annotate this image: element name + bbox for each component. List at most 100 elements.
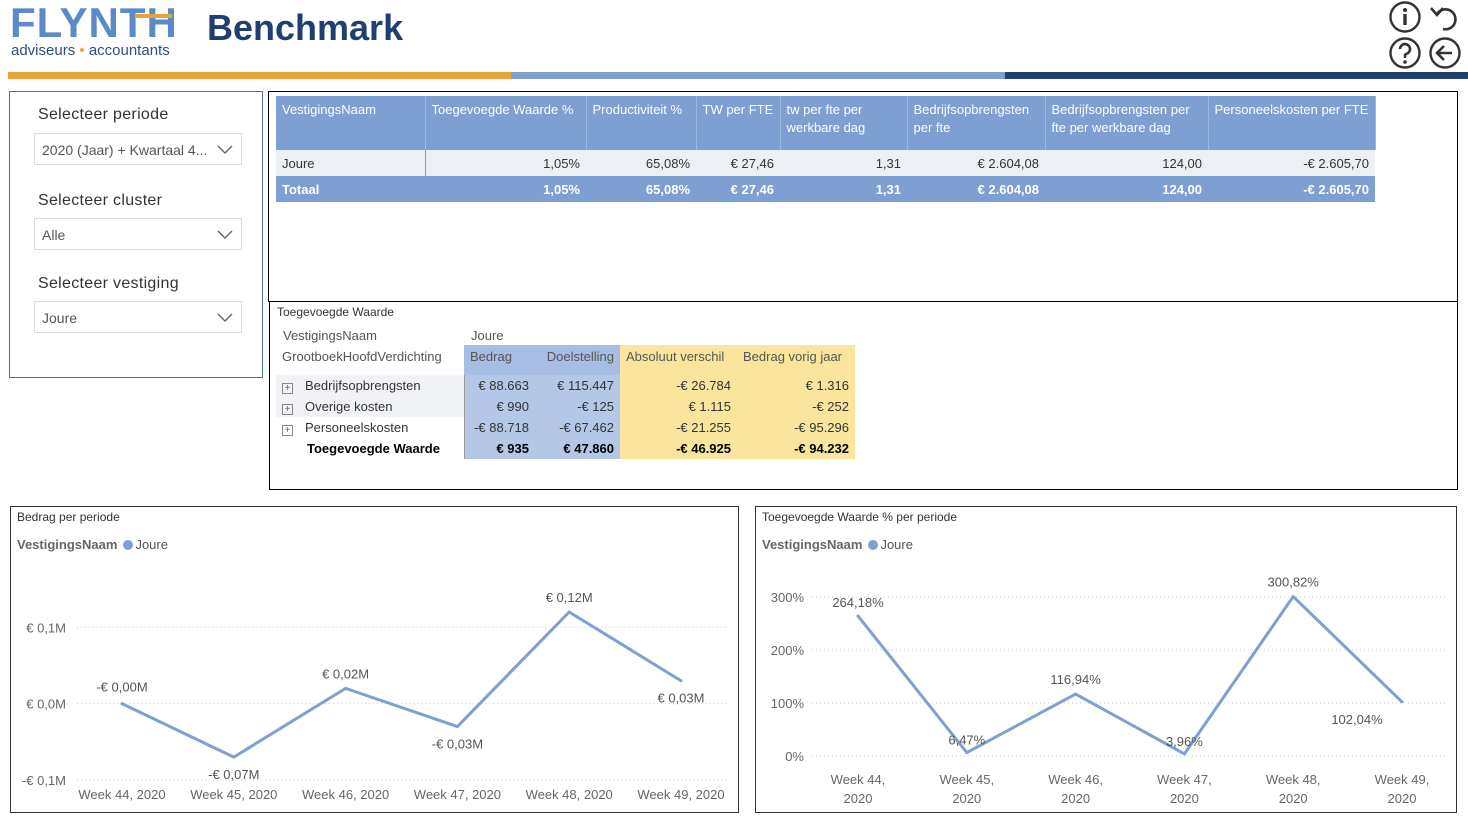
matrix-cell: -€ 125 <box>535 396 620 417</box>
kpi-table-panel: VestigingsNaam Toegevoegde Waarde % Prod… <box>268 91 1458 302</box>
chevron-down-icon <box>217 145 233 154</box>
logo-wordmark: FLYNTH <box>10 0 178 46</box>
matrix-cell: € 1.115 <box>620 396 737 417</box>
table-cell: 65,08% <box>586 150 696 176</box>
data-point <box>856 614 860 618</box>
y-tick-label: € 0,1M <box>26 620 66 635</box>
flynth-logo: FLYNTH adviseurs • accountants <box>10 2 180 64</box>
matrix-row-label: + Bedrijfsopbrengsten <box>276 375 465 396</box>
kpi-col-header[interactable]: Toegevoegde Waarde % <box>425 96 587 150</box>
periode-dropdown[interactable]: 2020 (Jaar) + Kwartaal 4... <box>34 133 242 165</box>
matrix-cell: € 990 <box>464 396 535 417</box>
matrix-cell: € 1.316 <box>737 375 855 396</box>
data-point <box>1182 752 1186 756</box>
kpi-col-header[interactable]: TW per FTE <box>696 96 781 150</box>
info-icon[interactable] <box>1388 0 1422 34</box>
matrix-cell: -€ 88.718 <box>464 417 535 438</box>
header-color-bar <box>8 72 1468 79</box>
data-label: € 0,02M <box>322 666 369 681</box>
x-tick-label: Week 44, 2020 <box>78 787 165 802</box>
x-tick-label: Week 47, <box>1157 772 1212 787</box>
legend-series[interactable]: Joure <box>135 537 168 552</box>
matrix-col-header[interactable]: Bedrag vorig jaar <box>737 345 855 375</box>
table-cell: 1,31 <box>780 176 907 202</box>
matrix-row[interactable]: + Personeelskosten -€ 88.718 -€ 67.462 -€… <box>276 417 855 438</box>
matrix-cell: -€ 21.255 <box>620 417 737 438</box>
tw-percentage-chart-panel: 0% 100% 200% 300% Week 44, 2020 Week 45, 2020 We… <box>755 506 1457 813</box>
data-point <box>1400 700 1404 704</box>
logo-tagline-right: accountants <box>88 42 170 59</box>
table-cell: € 2.604,08 <box>907 150 1045 176</box>
x-tick-label: Week 49, 2020 <box>637 787 724 802</box>
chart-title: Bedrag per periode <box>17 510 120 524</box>
x-tick-label: Week 46, <box>1048 772 1103 787</box>
matrix-cell: € 115.447 <box>535 375 620 396</box>
matrix-cell: -€ 252 <box>737 396 855 417</box>
vestiging-dropdown[interactable]: Joure <box>34 301 242 333</box>
matrix-cell: -€ 95.296 <box>737 417 855 438</box>
series-line-joure <box>856 595 1404 756</box>
matrix-row-label: + Overige kosten <box>276 396 465 417</box>
legend-title: VestigingsNaam <box>762 537 863 552</box>
cluster-value: Alle <box>42 227 66 243</box>
data-label: 116,94% <box>1050 672 1101 687</box>
logo-tagline-left: adviseurs <box>11 42 76 59</box>
slicer-panel: Selecteer periode 2020 (Jaar) + Kwartaal… <box>9 91 263 378</box>
x-tick-label: 2020 <box>1388 791 1417 806</box>
y-tick-label: 200% <box>771 643 805 658</box>
matrix-row-header-2: GrootboekHoofdVerdichting <box>282 349 442 364</box>
kpi-col-header[interactable]: Bedrijfsopbrengsten per fte <box>907 96 1046 150</box>
matrix-row-header-1: VestigingsNaam <box>283 328 377 343</box>
legend-dot <box>123 540 134 550</box>
cluster-dropdown[interactable]: Alle <box>34 218 242 250</box>
legend-series[interactable]: Joure <box>880 537 913 552</box>
data-point <box>120 702 124 706</box>
data-label: € 0,03M <box>658 691 705 706</box>
y-tick-label: 100% <box>771 696 805 711</box>
expand-icon[interactable]: + <box>282 382 293 394</box>
help-icon[interactable] <box>1388 36 1422 70</box>
x-tick-label: 2020 <box>844 791 873 806</box>
matrix-row[interactable]: + Overige kosten € 990 -€ 125 € 1.115 -€ … <box>276 396 855 417</box>
table-total-row: Totaal 1,05% 65,08% € 27,46 1,31 € 2.604… <box>276 176 1375 202</box>
periode-value: 2020 (Jaar) + Kwartaal 4... <box>42 142 208 158</box>
table-cell: Joure <box>276 150 426 176</box>
matrix-col-header[interactable]: Doelstelling <box>535 345 620 375</box>
matrix-header-row: GrootboekHoofdVerdichting Bedrag Doelste… <box>276 345 855 375</box>
page-title: Benchmark <box>207 7 404 48</box>
matrix-row[interactable]: + Bedrijfsopbrengsten € 88.663 € 115.447 … <box>276 375 855 396</box>
matrix-cell: -€ 46.925 <box>620 438 737 459</box>
kpi-col-header[interactable]: VestigingsNaam <box>276 96 426 150</box>
chevron-down-icon <box>217 313 233 322</box>
table-cell: 1,05% <box>425 150 586 176</box>
x-tick-label: Week 48, 2020 <box>526 787 613 802</box>
matrix-cell: € 88.663 <box>464 375 535 396</box>
kpi-col-header[interactable]: Bedrijfsopbrengsten per fte per werkbare… <box>1045 96 1209 150</box>
slicer-label-vestiging: Selecteer vestiging <box>38 275 179 292</box>
data-label: 6,47% <box>948 733 985 748</box>
matrix-col-header[interactable]: Absoluut verschil <box>620 345 737 375</box>
undo-icon[interactable] <box>1428 0 1462 34</box>
matrix-column-group: Joure <box>471 328 504 343</box>
table-cell: € 27,46 <box>696 176 780 202</box>
expand-icon[interactable]: + <box>282 424 293 436</box>
expand-icon[interactable]: + <box>282 403 293 415</box>
data-point <box>1291 595 1295 599</box>
data-label: 300,82% <box>1268 575 1320 590</box>
kpi-col-header[interactable]: Personeelskosten per FTE <box>1208 96 1376 150</box>
chevron-down-icon <box>217 230 233 239</box>
table-row[interactable]: Joure 1,05% 65,08% € 27,46 1,31 € 2.604,… <box>276 150 1375 176</box>
kpi-col-header[interactable]: tw per fte per werkbare dag <box>780 96 908 150</box>
legend-dot <box>868 540 879 550</box>
matrix-col-header[interactable]: Bedrag <box>464 345 535 375</box>
data-label: € 0,12M <box>546 590 593 605</box>
legend-title: VestigingsNaam <box>17 537 118 552</box>
x-tick-label: Week 48, <box>1266 772 1321 787</box>
x-tick-label: Week 47, 2020 <box>414 787 501 802</box>
back-arrow-icon[interactable] <box>1428 36 1462 70</box>
x-tick-label: Week 45, 2020 <box>190 787 277 802</box>
kpi-col-header[interactable]: Productiviteit % <box>586 96 697 150</box>
data-point <box>344 686 348 690</box>
x-tick-label: 2020 <box>952 791 981 806</box>
data-label: -€ 0,03M <box>432 737 483 752</box>
